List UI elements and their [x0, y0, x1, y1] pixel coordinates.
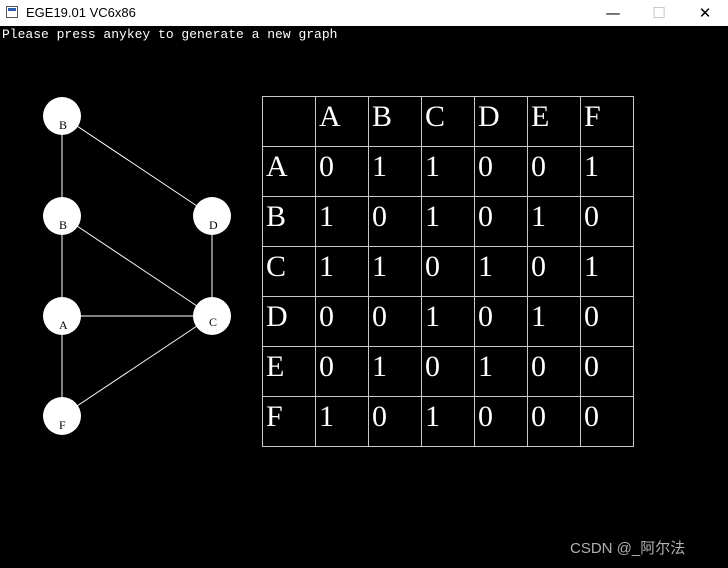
edge-f-to-c: [61, 315, 213, 417]
matrix-column-header: B: [368, 96, 422, 147]
edge-b-top-to-d: [61, 115, 213, 217]
matrix-column-header: D: [474, 96, 528, 147]
matrix-row: F 1 0 1 0 0 0: [262, 396, 634, 447]
matrix-cell: 0: [315, 346, 369, 397]
matrix-cell: 0: [527, 346, 581, 397]
matrix-column-header: E: [527, 96, 581, 147]
close-button[interactable]: ✕: [682, 0, 728, 26]
edge-b-to-c: [61, 215, 213, 317]
matrix-cell: 1: [580, 146, 634, 197]
graph-node-label: D: [209, 218, 218, 232]
matrix-cell: 1: [368, 346, 422, 397]
matrix-cell: 0: [474, 146, 528, 197]
matrix-cell: 1: [421, 396, 475, 447]
matrix-cell: 1: [368, 146, 422, 197]
matrix-cell: 0: [527, 146, 581, 197]
matrix-row: B 1 0 1 0 1 0: [262, 196, 634, 247]
adjacency-matrix: A B C D E F A 0 1 1 0 0 1 B 1 0 1 0 1 0 …: [262, 96, 634, 447]
graphics-canvas[interactable]: Please press anykey to generate a new gr…: [0, 26, 728, 568]
matrix-cell: 0: [580, 396, 634, 447]
matrix-cell: 1: [474, 346, 528, 397]
matrix-cell: 1: [474, 246, 528, 297]
matrix-cell: 0: [580, 196, 634, 247]
app-window: EGE19.01 VC6x86 — ☐ ✕ Please press anyke…: [0, 0, 728, 568]
matrix-column-header: C: [421, 96, 475, 147]
matrix-header-row: A B C D E F: [262, 96, 634, 147]
graph-node-label: C: [209, 315, 217, 329]
matrix-row: C 1 1 0 1 0 1: [262, 246, 634, 297]
matrix-cell: 1: [580, 246, 634, 297]
matrix-cell: 0: [368, 296, 422, 347]
matrix-cell: 0: [474, 196, 528, 247]
matrix-row-header: E: [262, 346, 316, 397]
matrix-row-header: F: [262, 396, 316, 447]
matrix-row: E 0 1 0 1 0 0: [262, 346, 634, 397]
graph-node-label: A: [59, 318, 68, 332]
matrix-cell: 0: [421, 246, 475, 297]
graph-node-label: B: [59, 118, 67, 132]
graph-node-label: B: [59, 218, 67, 232]
matrix-cell: 1: [527, 196, 581, 247]
graph-edges: [61, 115, 213, 417]
matrix-corner-cell: [262, 96, 316, 147]
matrix-column-header: F: [580, 96, 634, 147]
matrix-row: A 0 1 1 0 0 1: [262, 146, 634, 197]
matrix-column-header: A: [315, 96, 369, 147]
matrix-cell: 0: [527, 246, 581, 297]
matrix-cell: 1: [368, 246, 422, 297]
matrix-cell: 1: [315, 246, 369, 297]
matrix-cell: 1: [315, 196, 369, 247]
matrix-cell: 1: [421, 146, 475, 197]
matrix-cell: 1: [315, 396, 369, 447]
matrix-cell: 1: [527, 296, 581, 347]
matrix-cell: 0: [474, 296, 528, 347]
matrix-cell: 0: [368, 196, 422, 247]
matrix-row-header: A: [262, 146, 316, 197]
window-title: EGE19.01 VC6x86: [26, 5, 136, 20]
csdn-watermark: CSDN @_阿尔法: [570, 540, 686, 557]
minimize-button[interactable]: —: [590, 0, 636, 26]
matrix-cell: 1: [421, 196, 475, 247]
matrix-row-header: D: [262, 296, 316, 347]
matrix-cell: 0: [474, 396, 528, 447]
matrix-cell: 0: [315, 146, 369, 197]
maximize-button[interactable]: ☐: [636, 0, 682, 26]
matrix-cell: 0: [421, 346, 475, 397]
matrix-cell: 0: [580, 346, 634, 397]
matrix-row-header: B: [262, 196, 316, 247]
matrix-cell: 0: [580, 296, 634, 347]
app-icon: [6, 6, 18, 18]
matrix-cell: 1: [421, 296, 475, 347]
matrix-cell: 0: [527, 396, 581, 447]
graph-drawing: B B D A C F: [43, 97, 231, 435]
matrix-row-header: C: [262, 246, 316, 297]
matrix-cell: 0: [368, 396, 422, 447]
title-bar[interactable]: EGE19.01 VC6x86 — ☐ ✕: [0, 0, 728, 26]
matrix-cell: 0: [315, 296, 369, 347]
graph-node-label: F: [59, 418, 66, 432]
matrix-row: D 0 0 1 0 1 0: [262, 296, 634, 347]
